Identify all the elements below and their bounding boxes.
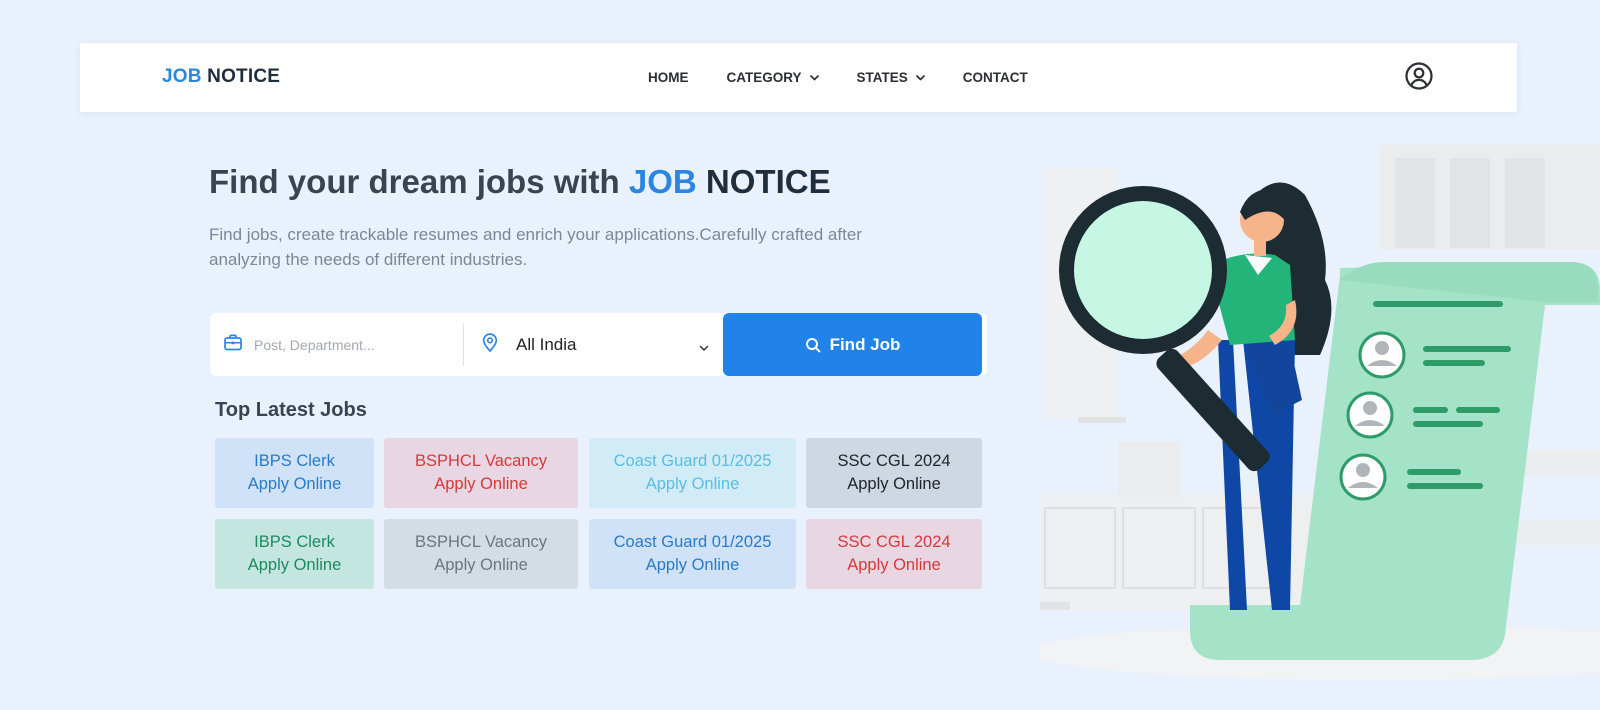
brand-part-job: JOB bbox=[162, 66, 202, 87]
job-card-cta: Apply Online bbox=[645, 475, 740, 493]
nav-item-states[interactable]: STATES bbox=[857, 70, 925, 85]
job-card-bsphcl-vacancy[interactable]: BSPHCL Vacancy Apply Online bbox=[384, 438, 578, 508]
job-card-ssc-cgl[interactable]: SSC CGL 2024 Apply Online bbox=[806, 438, 982, 508]
job-card-ssc-cgl[interactable]: SSC CGL 2024 Apply Online bbox=[806, 519, 982, 589]
nav-item-contact[interactable]: CONTACT bbox=[963, 70, 1028, 85]
hero-title-notice: NOTICE bbox=[705, 163, 831, 200]
find-job-button[interactable]: Find Job bbox=[723, 313, 982, 376]
job-card-title: IBPS Clerk bbox=[254, 451, 335, 470]
hero-title-prefix: Find your dream jobs with bbox=[209, 163, 620, 200]
job-card-cta: Apply Online bbox=[434, 556, 528, 574]
job-card-title: Coast Guard 01/2025 bbox=[613, 451, 772, 470]
location-select[interactable]: All India bbox=[464, 313, 723, 376]
main-nav: HOME CATEGORY STATES CONTACT bbox=[648, 70, 1066, 85]
job-card-coast-guard[interactable]: Coast Guard 01/2025 Apply Online bbox=[589, 519, 796, 589]
chevron-down-icon bbox=[809, 74, 819, 81]
job-card-cta: Apply Online bbox=[247, 556, 342, 574]
job-card-cta: Apply Online bbox=[847, 475, 941, 493]
job-card-bsphcl-vacancy[interactable]: BSPHCL Vacancy Apply Online bbox=[384, 519, 578, 589]
nav-label: CONTACT bbox=[962, 70, 1028, 85]
nav-item-home[interactable]: HOME bbox=[648, 70, 689, 85]
post-department-input[interactable] bbox=[254, 336, 454, 353]
job-card-title: SSC CGL 2024 bbox=[837, 451, 951, 470]
job-card-cta: Apply Online bbox=[645, 556, 740, 574]
post-search-field bbox=[210, 323, 464, 366]
search-icon bbox=[805, 337, 821, 353]
hero-subtitle: Find jobs, create trackable resumes and … bbox=[209, 225, 862, 269]
navbar: JOB NOTICE HOME CATEGORY STATES CONTACT bbox=[80, 43, 1517, 112]
map-pin-icon bbox=[482, 332, 498, 357]
nav-label: STATES bbox=[856, 70, 908, 85]
job-card-coast-guard[interactable]: Coast Guard 01/2025 Apply Online bbox=[589, 438, 796, 508]
job-card-title: Coast Guard 01/2025 bbox=[613, 532, 772, 551]
top-jobs-heading: Top Latest Jobs bbox=[215, 399, 367, 421]
location-selected-value: All India bbox=[516, 334, 577, 354]
hero-title-job: JOB bbox=[628, 163, 697, 200]
job-card-title: BSPHCL Vacancy bbox=[414, 532, 548, 551]
chevron-down-icon bbox=[915, 74, 925, 81]
nav-label: CATEGORY bbox=[726, 70, 802, 85]
brand-logo[interactable]: JOB NOTICE bbox=[162, 66, 280, 88]
job-card-title: BSPHCL Vacancy bbox=[414, 451, 548, 470]
job-search-bar: All India Find Job bbox=[210, 313, 987, 376]
hero-illustration bbox=[1030, 140, 1600, 705]
hero-title: Find your dream jobs with JOB NOTICE bbox=[209, 163, 831, 201]
job-card-ibps-clerk[interactable]: IBPS Clerk Apply Online bbox=[215, 519, 374, 589]
briefcase-icon bbox=[224, 334, 242, 356]
job-card-title: SSC CGL 2024 bbox=[837, 532, 951, 551]
user-circle-icon[interactable] bbox=[1404, 61, 1434, 91]
nav-label: HOME bbox=[648, 70, 689, 85]
find-job-label: Find Job bbox=[829, 334, 901, 354]
job-card-cta: Apply Online bbox=[434, 475, 528, 493]
job-card-cta: Apply Online bbox=[847, 556, 941, 574]
nav-item-category[interactable]: CATEGORY bbox=[727, 70, 819, 85]
job-card-cta: Apply Online bbox=[247, 475, 342, 493]
job-card-ibps-clerk[interactable]: IBPS Clerk Apply Online bbox=[215, 438, 374, 508]
brand-part-notice: NOTICE bbox=[207, 66, 281, 87]
chevron-down-icon bbox=[699, 339, 709, 357]
job-card-title: IBPS Clerk bbox=[254, 532, 335, 551]
